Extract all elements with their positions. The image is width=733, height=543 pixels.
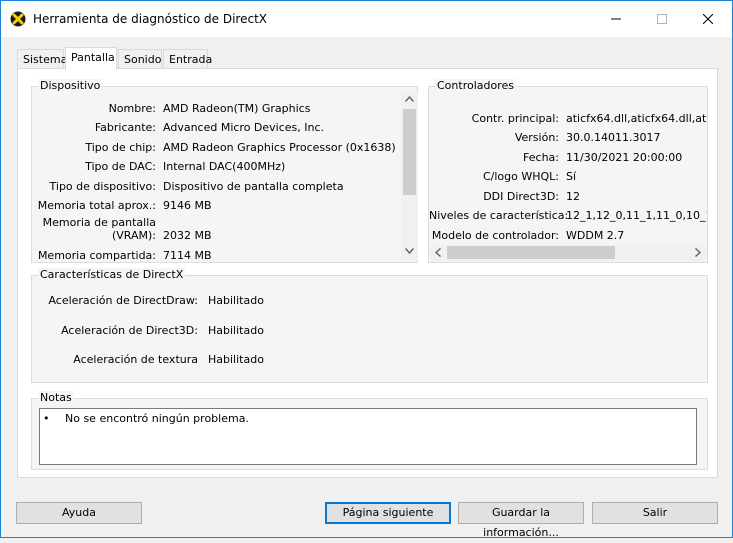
device-value-name: AMD Radeon(TM) Graphics	[163, 102, 311, 115]
drivers-label-model: Modelo de controlador:	[431, 229, 559, 242]
device-scrollbar[interactable]	[401, 92, 418, 260]
close-icon	[703, 14, 713, 24]
directx-group-title: Características de DirectX	[38, 268, 186, 281]
drivers-label-ddi: DDI Direct3D:	[483, 190, 559, 203]
device-value-type: Dispositivo de pantalla completa	[163, 180, 344, 193]
device-label-manufacturer: Fabricante:	[94, 121, 156, 134]
tab-entrada[interactable]: Entrada	[163, 49, 212, 69]
drivers-value-whql: Sí	[566, 170, 577, 183]
scroll-up-icon[interactable]	[405, 96, 414, 102]
notes-group-title: Notas	[38, 391, 74, 404]
device-label-vram-line1: Memoria de pantalla	[42, 216, 156, 229]
directdraw-label: Aceleración de DirectDraw:	[48, 294, 198, 307]
device-value-manufacturer: Advanced Micro Devices, Inc.	[163, 121, 325, 134]
maximize-button[interactable]	[639, 1, 685, 37]
minimize-button[interactable]	[593, 1, 639, 37]
scroll-right-icon[interactable]	[695, 248, 701, 257]
notes-textbox[interactable]: • No se encontró ningún problema.	[39, 408, 697, 465]
drivers-label-version: Versión:	[514, 131, 559, 144]
device-scroll-thumb[interactable]	[403, 109, 416, 195]
drivers-label-main: Contr. principal:	[471, 112, 559, 125]
direct3d-label: Aceleración de Direct3D:	[61, 324, 198, 337]
bullet-icon: •	[43, 412, 50, 425]
tab-sonido[interactable]: Sonido	[118, 49, 162, 69]
tab-sistema[interactable]: Sistema	[17, 49, 67, 69]
maximize-icon	[657, 14, 667, 24]
drivers-value-model: WDDM 2.7	[566, 229, 625, 242]
device-value-vram: 2032 MB	[163, 229, 212, 242]
window-title: Herramienta de diagnóstico de DirectX	[33, 12, 267, 26]
directdraw-value: Habilitado	[208, 294, 264, 307]
device-value-dac: Internal DAC(400MHz)	[163, 160, 286, 173]
device-value-chip: AMD Radeon Graphics Processor (0x1638)	[163, 141, 396, 154]
exit-button-label: Salir	[642, 506, 668, 519]
drivers-scroll-thumb[interactable]	[447, 246, 615, 259]
direct3d-value: Habilitado	[208, 324, 264, 337]
drivers-value-main: aticfx64.dll,aticfx64.dll,aticfx	[566, 112, 707, 125]
title-bar[interactable]: Herramienta de diagnóstico de DirectX	[1, 1, 732, 37]
scroll-left-icon[interactable]	[435, 248, 441, 257]
device-label-dac: Tipo de DAC:	[85, 160, 156, 173]
texture-value: Habilitado	[208, 353, 264, 366]
directx-features-group: Características de DirectX Aceleración d…	[31, 268, 708, 383]
device-value-total-memory: 9146 MB	[163, 199, 212, 212]
scroll-down-icon[interactable]	[405, 248, 414, 254]
drivers-group: Controladores Contr. principal: aticfx64…	[428, 79, 708, 263]
minimize-icon	[611, 18, 621, 20]
drivers-label-whql: C/logo WHQL:	[482, 170, 559, 183]
notes-item: No se encontró ningún problema.	[65, 412, 249, 425]
help-button[interactable]: Ayuda	[16, 502, 142, 524]
device-list: Nombre: AMD Radeon(TM) Graphics Fabrican…	[32, 87, 402, 262]
device-value-shared-memory: 7114 MB	[163, 249, 212, 262]
next-page-button-label: Página siguiente	[342, 506, 434, 519]
device-label-type: Tipo de dispositivo:	[49, 180, 156, 193]
help-button-label: Ayuda	[62, 506, 96, 519]
device-label-total-memory: Memoria total aprox.:	[37, 199, 156, 212]
drivers-value-feature-levels: 12_1,12_0,11_1,11_0,10_1,	[566, 209, 707, 222]
dxdiag-window: Herramienta de diagnóstico de DirectX Si…	[0, 0, 733, 539]
device-group: Dispositivo Nombre: AMD Radeon(TM) Graph…	[31, 79, 418, 263]
next-page-button[interactable]: Página siguiente	[325, 502, 451, 524]
texture-label: Aceleración de textura	[73, 353, 198, 366]
drivers-label-feature-levels: Niveles de característica:	[429, 209, 569, 222]
exit-button[interactable]: Salir	[592, 502, 718, 524]
drivers-value-date: 11/30/2021 20:00:00	[566, 151, 683, 164]
drivers-value-ddi: 12	[566, 190, 580, 203]
device-label-name: Nombre:	[108, 102, 156, 115]
directx-icon	[10, 11, 26, 27]
device-label-vram-line2: (VRAM):	[111, 229, 156, 242]
drivers-hscrollbar[interactable]	[430, 244, 706, 261]
drivers-value-version: 30.0.14011.3017	[566, 131, 661, 144]
device-label-shared-memory: Memoria compartida:	[37, 249, 156, 262]
drivers-label-date: Fecha:	[523, 151, 559, 164]
tab-pantalla[interactable]: Pantalla	[65, 47, 117, 70]
device-label-chip: Tipo de chip:	[85, 141, 156, 154]
drivers-list: Contr. principal: aticfx64.dll,aticfx64.…	[429, 87, 707, 242]
save-info-button-label: Guardar la información...	[483, 506, 559, 539]
save-info-button[interactable]: Guardar la información...	[458, 502, 584, 539]
close-button[interactable]	[685, 1, 731, 37]
